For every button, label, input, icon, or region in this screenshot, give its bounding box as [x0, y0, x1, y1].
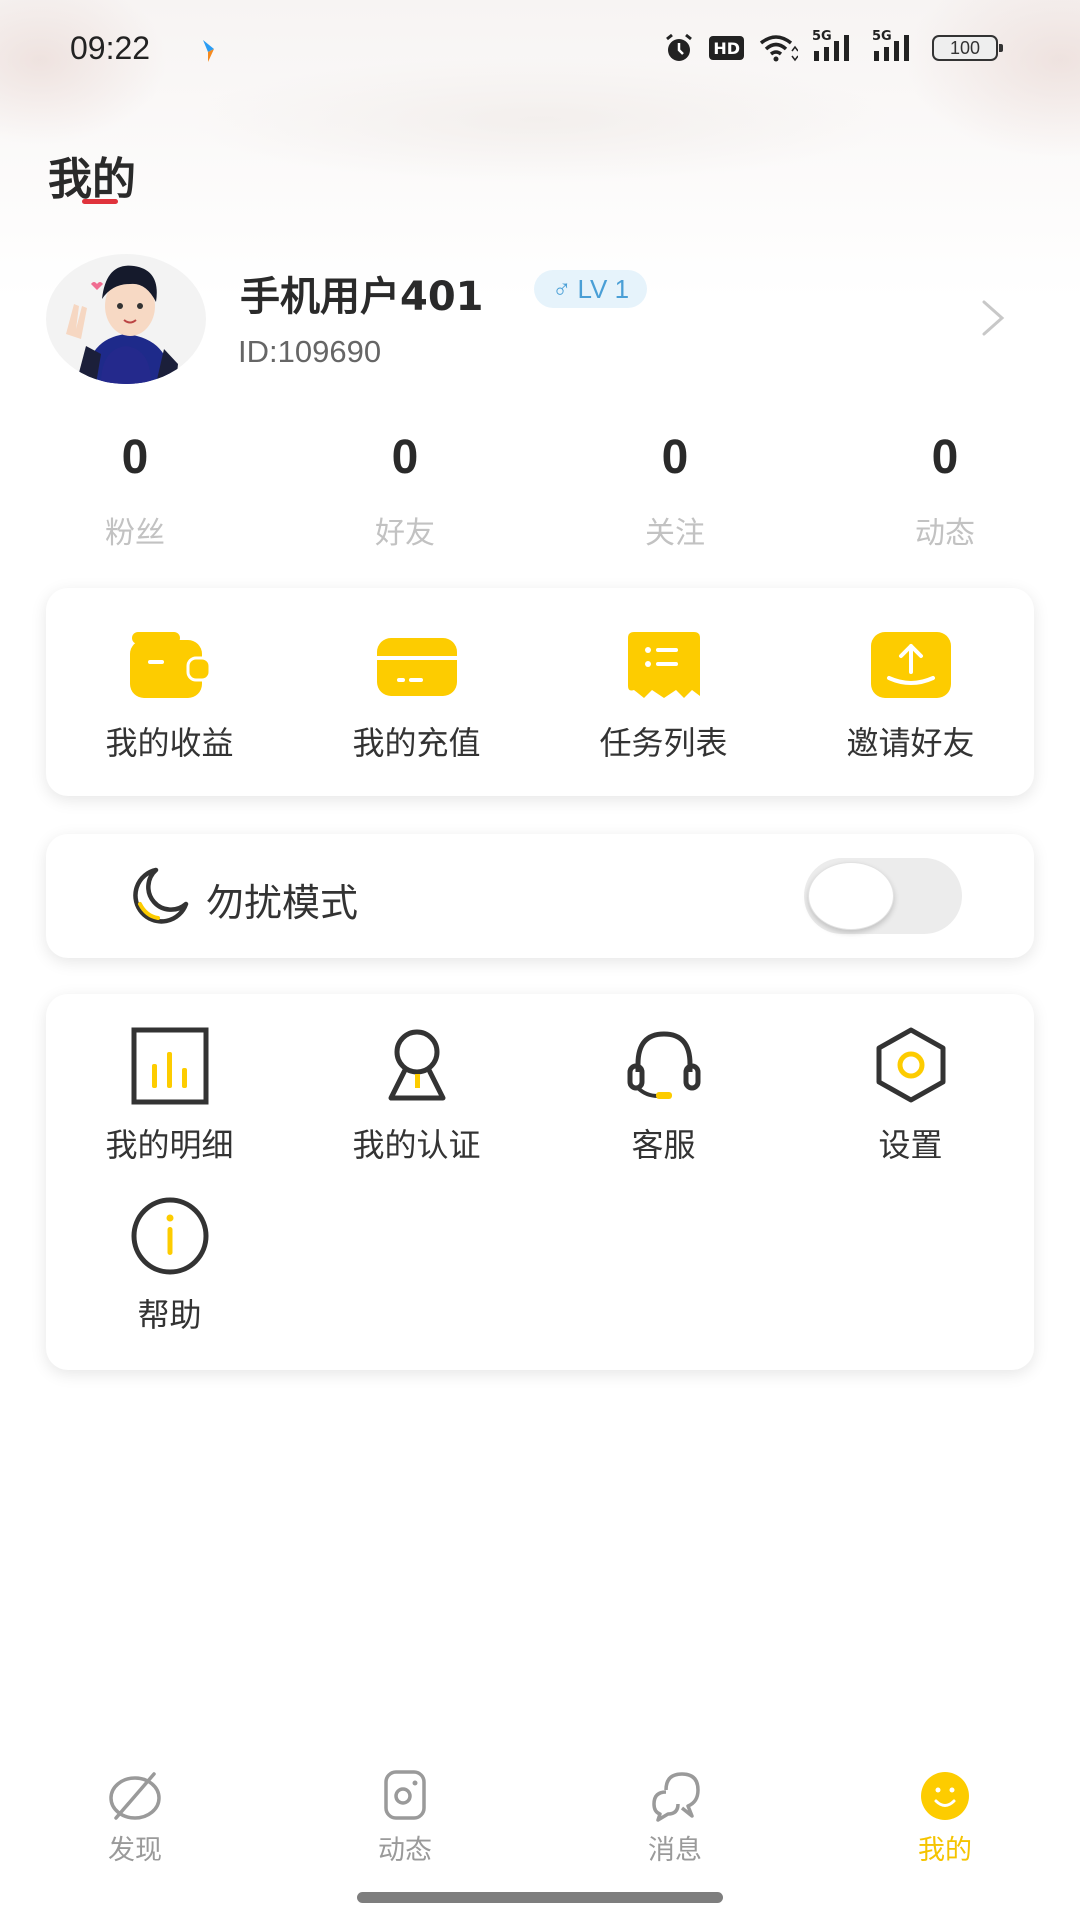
stat-label: 好友 — [375, 516, 435, 551]
quick-action-label: 我的充值 — [352, 724, 481, 762]
bottom-nav: 发现 动态 消息 我的 — [0, 1770, 1080, 1880]
chat-bubbles-icon — [652, 1772, 700, 1822]
menu-item-label: 设置 — [878, 1126, 943, 1164]
toggle-knob — [808, 862, 894, 930]
quick-action-recharge[interactable]: 我的充值 — [293, 588, 540, 796]
menu-item-label: 我的明细 — [105, 1126, 234, 1164]
quick-action-earnings[interactable]: 我的收益 — [46, 588, 293, 796]
stat-fans[interactable]: 0 粉丝 — [0, 430, 270, 552]
stat-posts[interactable]: 0 动态 — [810, 430, 1080, 552]
5g-signal-icon: 5G — [812, 29, 858, 63]
quick-actions-card: 我的收益 我的充值 任务列表 邀请好友 — [46, 588, 1034, 796]
username: 手机用户401 — [240, 274, 484, 320]
stat-value: 0 — [661, 431, 689, 484]
menu-card: 我的明细 我的认证 客服 设置 帮助 — [46, 994, 1034, 1370]
quick-action-invite[interactable]: 邀请好友 — [787, 588, 1034, 796]
menu-item-label: 我的认证 — [352, 1126, 481, 1164]
tab-label: 发现 — [108, 1835, 162, 1866]
tab-label: 我的 — [918, 1835, 972, 1866]
card-icon — [376, 638, 457, 696]
certification-icon — [388, 1029, 445, 1101]
status-time: 09:22 — [70, 30, 151, 66]
battery-icon: 100 — [932, 35, 1003, 61]
quick-action-label: 我的收益 — [105, 724, 234, 762]
smiley-icon — [921, 1772, 969, 1820]
title-underline — [82, 199, 118, 204]
menu-item-customer-service[interactable]: 客服 — [540, 1024, 787, 1166]
page-title: 我的 — [48, 154, 136, 205]
stats-row: 0 粉丝 0 好友 0 关注 0 动态 — [0, 430, 1080, 552]
do-not-disturb-label: 勿扰模式 — [206, 881, 359, 925]
level-text: LV 1 — [577, 273, 630, 304]
stat-label: 动态 — [915, 516, 975, 551]
stat-value: 0 — [121, 431, 149, 484]
quick-action-label: 邀请好友 — [846, 724, 975, 762]
quick-action-label: 任务列表 — [599, 724, 728, 762]
status-bar: 09:22 HD 5G 5G 100 — [0, 0, 1080, 100]
tab-moments[interactable]: 动态 — [270, 1770, 540, 1880]
stat-value: 0 — [931, 431, 959, 484]
discover-icon — [109, 1772, 161, 1820]
menu-item-label: 客服 — [631, 1126, 696, 1164]
bar-chart-icon — [131, 1027, 208, 1105]
tab-messages[interactable]: 消息 — [540, 1770, 810, 1880]
menu-item-certification[interactable]: 我的认证 — [293, 1024, 540, 1166]
task-list-icon — [627, 632, 700, 698]
stat-friends[interactable]: 0 好友 — [270, 430, 540, 552]
stat-label: 粉丝 — [105, 516, 165, 551]
menu-item-help[interactable]: 帮助 — [46, 1194, 293, 1336]
tab-label: 消息 — [648, 1835, 702, 1866]
menu-item-settings[interactable]: 设置 — [787, 1024, 1034, 1166]
tab-mine[interactable]: 我的 — [810, 1770, 1080, 1880]
wallet-icon — [129, 632, 211, 698]
chevron-right-icon[interactable] — [976, 298, 1010, 338]
app-notification-icon — [203, 40, 214, 62]
avatar[interactable] — [46, 254, 206, 384]
stat-following[interactable]: 0 关注 — [540, 430, 810, 552]
user-id: ID:109690 — [238, 334, 382, 369]
home-indicator[interactable] — [357, 1892, 723, 1903]
do-not-disturb-card: 勿扰模式 — [46, 834, 1034, 958]
tab-label: 动态 — [378, 1835, 432, 1866]
camera-icon — [384, 1770, 426, 1820]
settings-hexagon-icon — [876, 1027, 945, 1103]
quick-action-tasks[interactable]: 任务列表 — [540, 588, 787, 796]
level-badge: ♂ LV 1 — [534, 270, 648, 308]
tab-discover[interactable]: 发现 — [0, 1770, 270, 1880]
stat-value: 0 — [391, 431, 419, 484]
hd-voice-icon: HD — [709, 36, 744, 60]
moon-icon — [133, 867, 189, 924]
share-upload-icon — [870, 632, 951, 698]
alarm-icon — [666, 33, 693, 61]
menu-item-label: 帮助 — [137, 1296, 202, 1334]
male-gender-icon: ♂ — [552, 273, 572, 304]
wifi-icon — [759, 35, 798, 62]
menu-item-details[interactable]: 我的明细 — [46, 1024, 293, 1166]
5g-signal-icon: 5G — [872, 29, 918, 63]
info-icon — [131, 1197, 208, 1275]
do-not-disturb-toggle[interactable] — [804, 858, 962, 934]
headset-icon — [627, 1031, 700, 1099]
stat-label: 关注 — [645, 516, 705, 551]
